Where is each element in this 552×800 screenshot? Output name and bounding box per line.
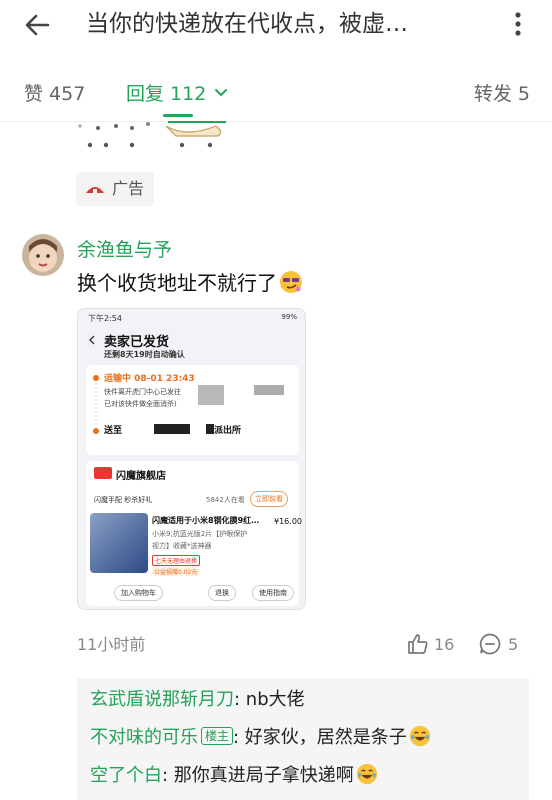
tab-bar: 赞 457 回复 112 转发 5 [0, 74, 552, 122]
sub-reply[interactable]: 空了个白: 那你真进局子拿快递啊 [90, 762, 378, 790]
shot-badge-donation: 公益捐赠0.02元 [152, 567, 200, 576]
shot-promo-count: 5842人在看 [206, 496, 245, 504]
shot-product-desc-2: 视力】收藏*送神器 [152, 542, 212, 550]
reply-button[interactable] [478, 632, 502, 660]
back-button[interactable] [22, 10, 54, 40]
tab-shares[interactable]: 转发 5 [474, 80, 530, 108]
sub-reply-text: : nb大佬 [234, 689, 305, 710]
like-count: 16 [434, 635, 455, 654]
shot-badge-return: 七天无理由退换 [152, 555, 201, 566]
sub-reply-user[interactable]: 不对味的可乐 [90, 727, 198, 748]
comment-username[interactable]: 余渔鱼与予 [77, 236, 172, 264]
avatar[interactable] [22, 234, 64, 276]
comment-text: 换个收货地址不就行了 [77, 268, 303, 298]
sub-reply[interactable]: 不对味的可乐 楼主: 好家伙，居然是条子 [90, 724, 431, 752]
shot-product-desc-1: 小米9;抗蓝光版2片【护眼保护 [152, 530, 248, 538]
shot-transit-status: 运输中 08-01 23:43 [104, 374, 195, 384]
comment-time: 11小时前 [77, 635, 146, 654]
shot-address-prefix: 送至 [104, 426, 123, 436]
redaction [254, 385, 284, 395]
like-button[interactable] [406, 632, 430, 658]
active-tab-indicator [163, 114, 193, 117]
shot-battery: 99% [281, 313, 297, 321]
ad-label: 广告 [112, 179, 145, 198]
shot-transit-line-1: 快件离开虎门中心已发往 [104, 388, 181, 396]
redaction [154, 424, 190, 434]
shot-promo-button: 立即前看 [250, 491, 288, 507]
shot-product-title: 闪魔适用于小米8钢化膜9红… [152, 516, 260, 525]
shot-return-button: 退换 [208, 585, 236, 601]
shot-shop-name: 闪魔旗舰店 [116, 471, 166, 482]
more-vertical-icon [515, 12, 521, 36]
shot-transit-line-2: 已对该快件做全面消杀) [104, 400, 177, 408]
shop-logo [94, 467, 112, 479]
more-options-button[interactable] [506, 8, 530, 40]
sub-reply-user[interactable]: 空了个白 [90, 765, 162, 786]
op-badge: 楼主 [201, 727, 234, 745]
shot-address-suffix: 派出所 [214, 426, 242, 436]
laugh-tears-emoji-icon [409, 725, 430, 747]
sub-reply-text: : 好家伙，居然是条子 [233, 727, 407, 748]
shot-subtitle: 还剩8天19时自动确认 [104, 350, 185, 359]
tab-replies-label: 回复 112 [126, 83, 207, 105]
shot-back-icon [89, 335, 95, 345]
top-bar: 当你的快递放在代收点，被虚… [0, 0, 552, 50]
reply-bubble-icon [479, 633, 501, 655]
shot-product-image [90, 513, 148, 573]
shot-product-price: ¥16.00 [274, 517, 302, 526]
tab-likes[interactable]: 赞 457 [24, 80, 85, 108]
comment-body: 换个收货地址不就行了 [77, 271, 277, 295]
shot-status-time: 下午2:54 [88, 314, 122, 323]
shot-shop-card: 闪魔旗舰店 闪魔手配 秒杀好礼 5842人在看 立即前看 闪魔适用于小米8钢化膜… [86, 461, 302, 606]
sub-reply[interactable]: 玄武盾说那斩月刀: nb大佬 [90, 686, 305, 714]
ad-tag[interactable]: 广告 [76, 172, 154, 206]
shot-logistics-card: 运输中 08-01 23:43 快件离开虎门中心已发往 已对该快件做全面消杀) … [86, 365, 299, 455]
sub-reply-user[interactable]: 玄武盾说那斩月刀 [90, 689, 234, 710]
attached-screenshot[interactable]: 下午2:54 99% 卖家已发货 还剩8天19时自动确认 运输中 08-01 2… [77, 308, 306, 610]
reply-count: 5 [508, 635, 519, 654]
ad-image-remnant [76, 118, 236, 152]
shot-cart-button: 加入购物车 [114, 585, 163, 601]
sub-replies-box: 玄武盾说那斩月刀: nb大佬 不对味的可乐 楼主: 好家伙，居然是条子 空了个白:… [77, 678, 529, 800]
ad-logo-icon [86, 187, 104, 194]
chevron-down-icon [215, 89, 228, 97]
thumbs-up-icon [408, 634, 428, 654]
shot-title: 卖家已发货 [104, 335, 170, 350]
back-arrow-icon [25, 14, 50, 36]
sub-reply-text: : 那你真进局子拿快递啊 [162, 765, 354, 786]
redaction [206, 424, 214, 434]
laugh-tears-emoji-icon [356, 763, 377, 785]
shot-guide-button: 使用指南 [252, 585, 294, 601]
smirk-emoji-icon [280, 271, 302, 293]
page-title: 当你的快递放在代收点，被虚… [86, 11, 408, 37]
shot-promo: 闪魔手配 秒杀好礼 [94, 496, 153, 504]
redaction [198, 385, 224, 405]
tab-replies[interactable]: 回复 112 [126, 80, 228, 108]
